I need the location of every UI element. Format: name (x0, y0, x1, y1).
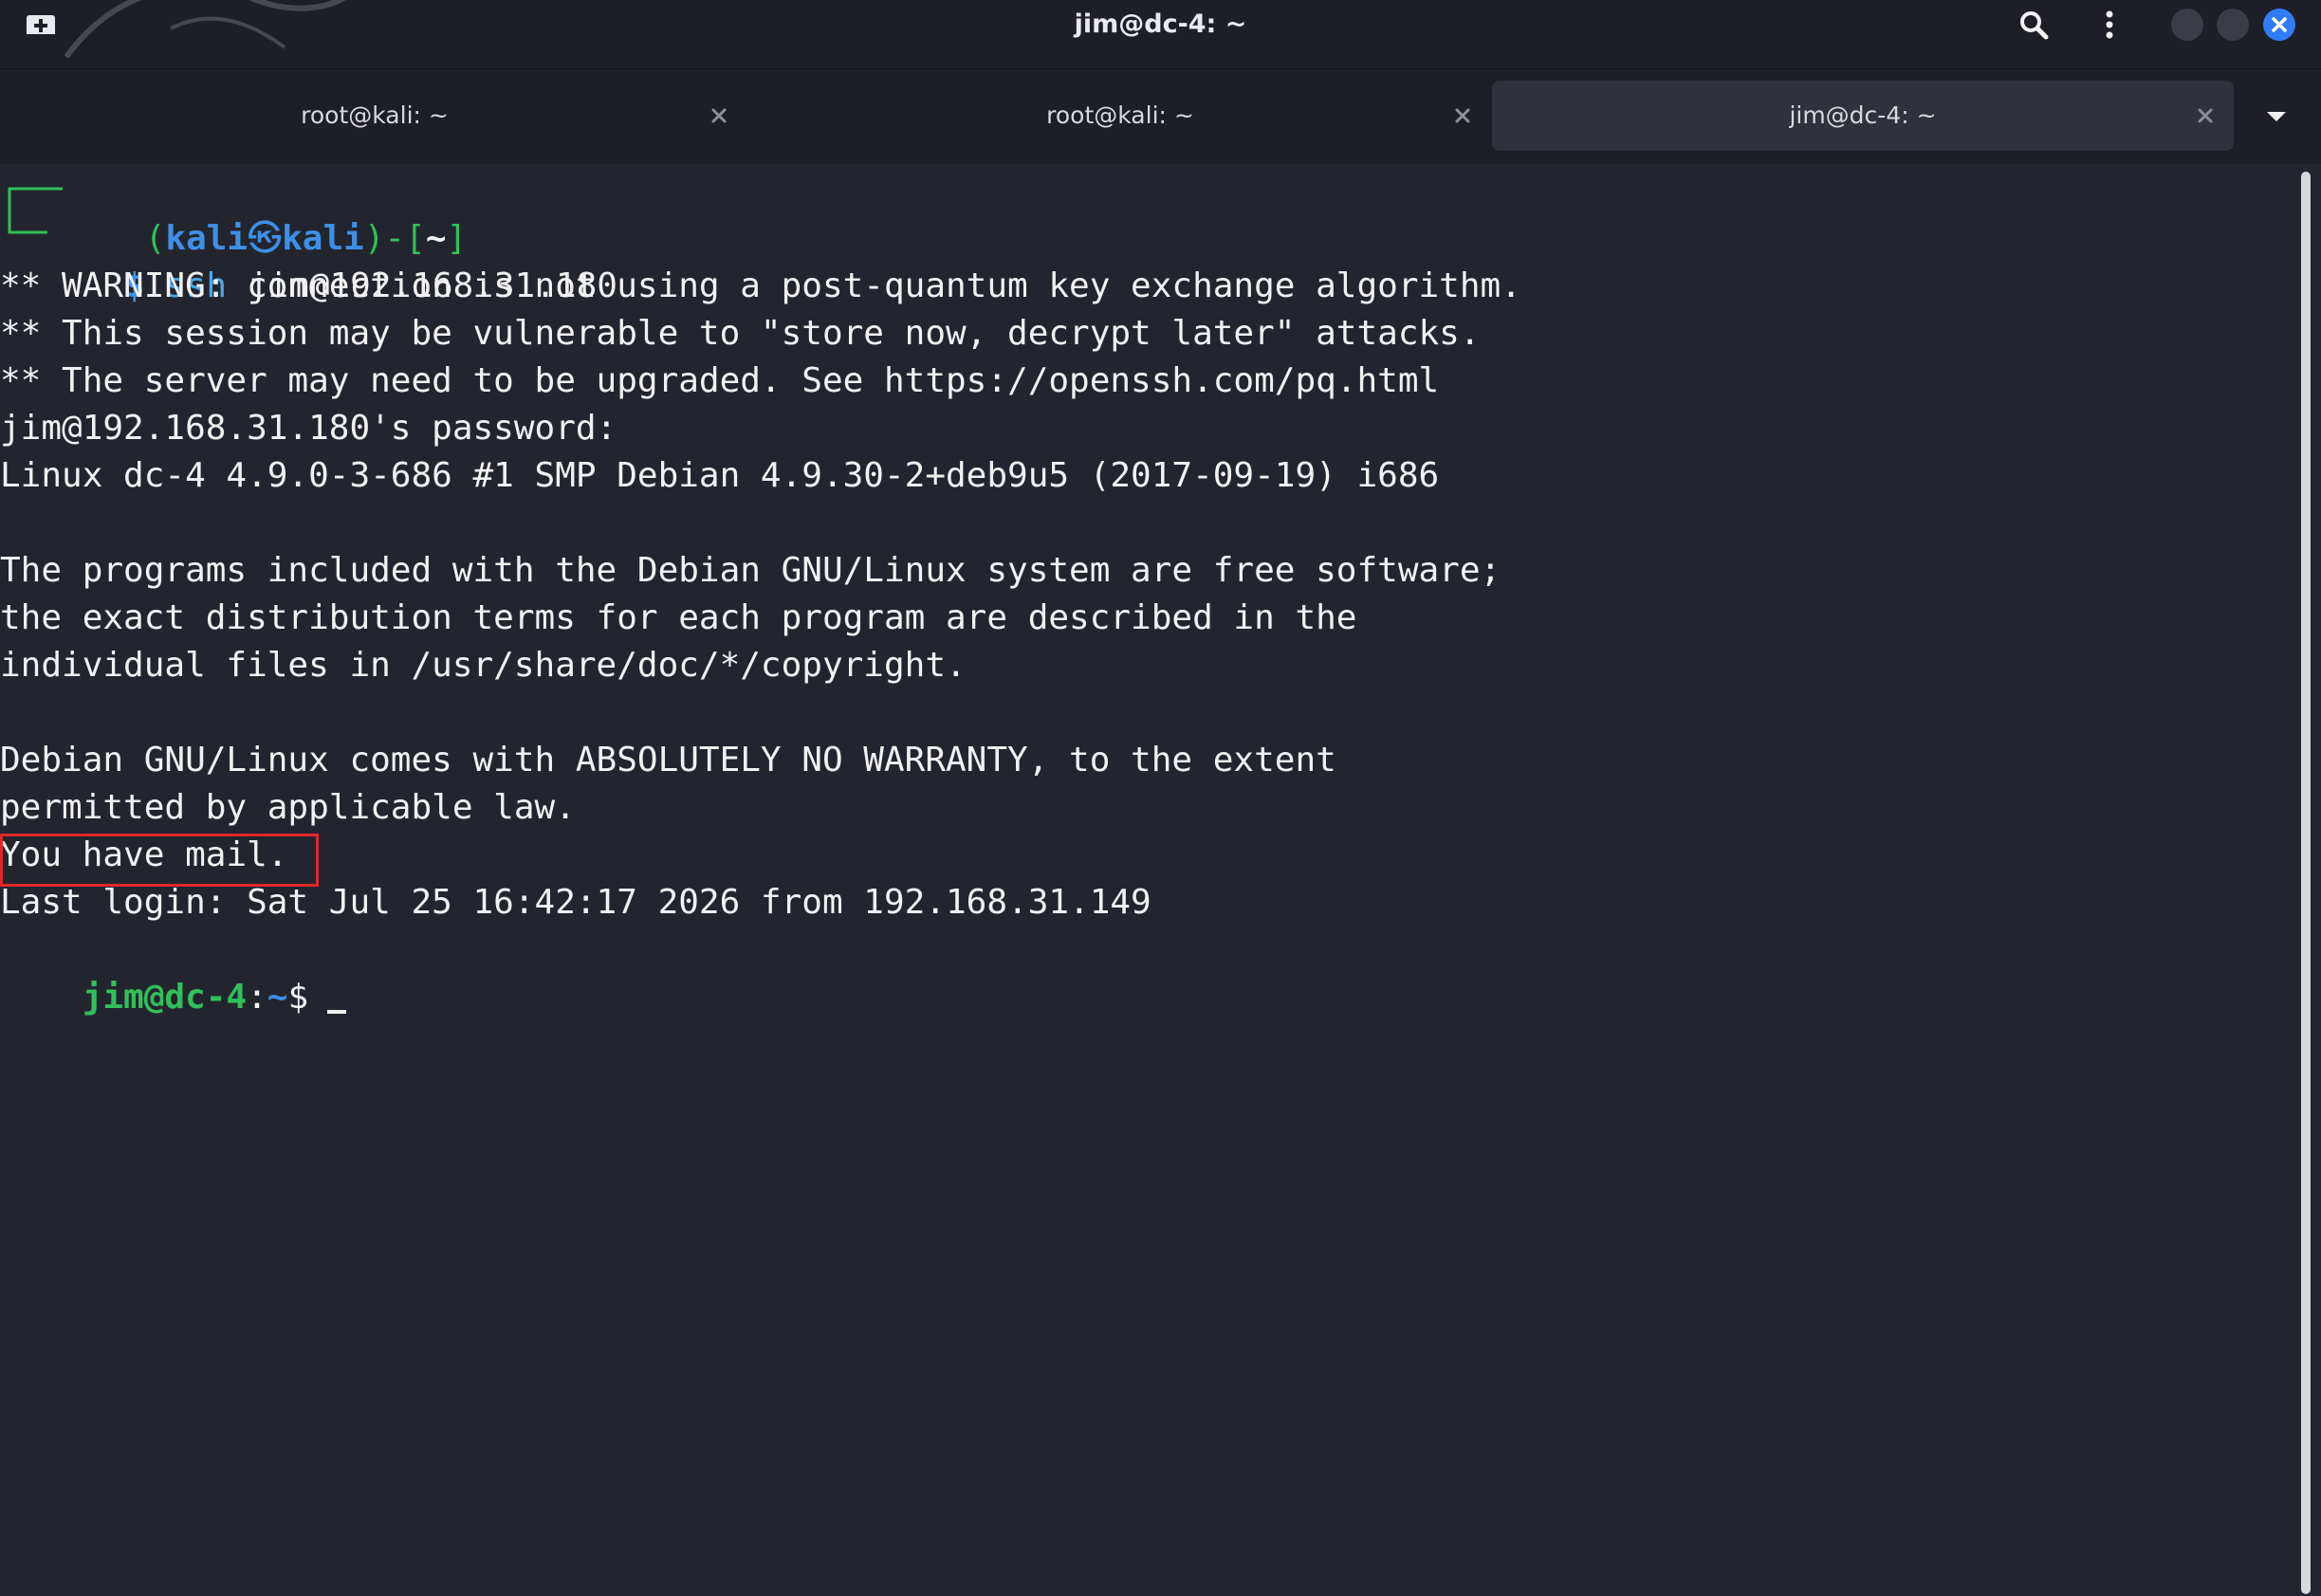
command-line: $ ssh jim@192.168.31.180 (42, 215, 617, 305)
output-line: ** The server may need to be upgraded. S… (0, 361, 1440, 400)
close-button[interactable] (2263, 9, 2295, 41)
output-line: jim@192.168.31.180's password: (0, 409, 617, 448)
output-line: ** This session may be vulnerable to "st… (0, 314, 1481, 353)
remote-prompt-path: ~ (267, 978, 288, 1017)
output-line: ** WARNING: connection is not using a po… (0, 266, 1521, 305)
output-line: Debian GNU/Linux comes with ABSOLUTELY N… (0, 741, 1336, 780)
scrollbar[interactable] (2297, 164, 2321, 1596)
output-line: the exact distribution terms for each pr… (0, 598, 1357, 637)
window-title: jim@dc-4: ~ (1074, 9, 1247, 39)
maximize-button[interactable] (2217, 9, 2249, 41)
tab-label: jim@dc-4: ~ (1789, 101, 1937, 129)
last-login-line: Last login: Sat Jul 25 16:42:17 2026 fro… (0, 883, 1151, 922)
output-line: permitted by applicable law. (0, 788, 576, 827)
search-icon[interactable] (2015, 6, 2053, 44)
tab-close-icon[interactable] (1449, 102, 1476, 129)
remote-prompt-line: jim@dc-4:~$ (0, 926, 347, 1017)
minimize-button[interactable] (2171, 9, 2203, 41)
mail-notice-line: You have mail. (0, 835, 288, 874)
remote-prompt-colon: : (247, 978, 267, 1017)
kebab-menu-icon[interactable] (2091, 6, 2128, 44)
text-cursor (327, 1010, 347, 1014)
tab-root-kali-2[interactable]: root@kali: ~ (749, 81, 1491, 151)
title-bar: jim@dc-4: ~ (0, 0, 2321, 69)
tab-bar: root@kali: ~ root@kali: ~ jim@dc-4: ~ (0, 69, 2321, 164)
kali-prompt-line: (kali㉿kali)-[~] (63, 168, 468, 258)
terminal-output[interactable]: (kali㉿kali)-[~] $ ssh jim@192.168.31.180… (0, 164, 2297, 1596)
remote-prompt-dollar: $ (287, 978, 309, 1017)
chevron-down-icon[interactable] (2257, 98, 2295, 136)
tab-close-icon[interactable] (2192, 102, 2219, 129)
tab-label: root@kali: ~ (301, 101, 449, 129)
output-line: Linux dc-4 4.9.0-3-686 #1 SMP Debian 4.9… (0, 456, 1440, 495)
close-icon (2272, 17, 2287, 32)
tab-label: root@kali: ~ (1046, 101, 1194, 129)
tab-close-icon[interactable] (706, 102, 732, 129)
tab-root-kali-1[interactable]: root@kali: ~ (0, 81, 749, 151)
scrollbar-thumb[interactable] (2301, 172, 2311, 1594)
tab-jim-dc4[interactable]: jim@dc-4: ~ (1492, 81, 2234, 151)
remote-prompt-user-host: jim@dc-4 (82, 978, 248, 1017)
output-line: individual files in /usr/share/doc/*/cop… (0, 646, 967, 685)
output-line: The programs included with the Debian GN… (0, 551, 1501, 590)
